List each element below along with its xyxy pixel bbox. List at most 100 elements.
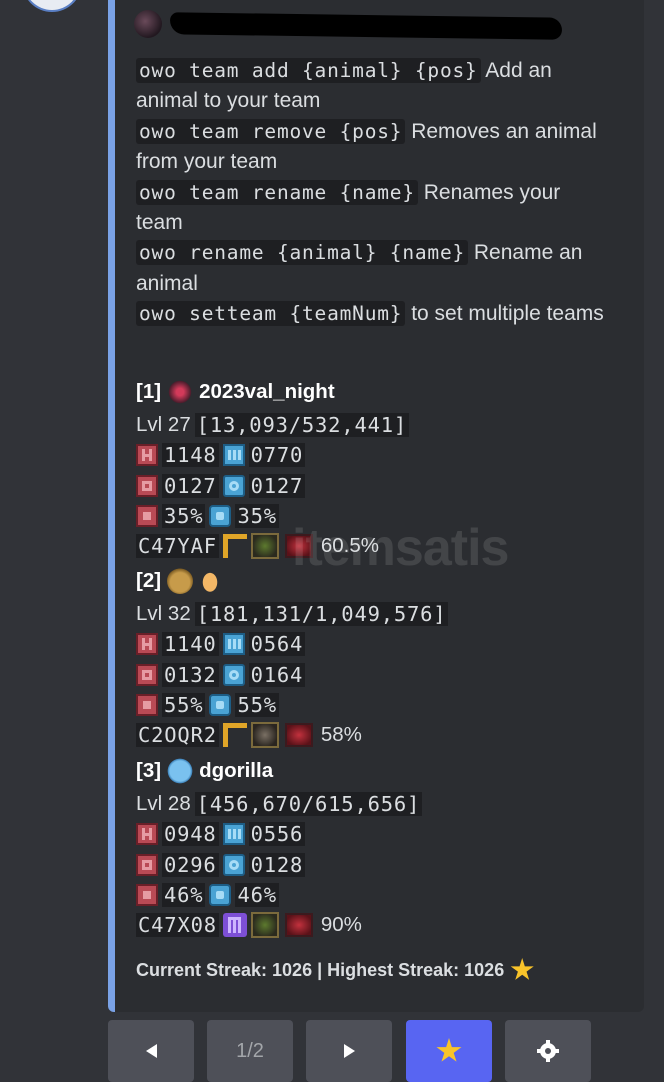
stat-line-hp-wp: 1148 0770 <box>136 440 409 470</box>
previous-page-button[interactable] <box>108 1020 194 1082</box>
star-icon <box>436 1038 462 1062</box>
passive-icon <box>284 723 313 748</box>
physical-resist-icon <box>136 884 158 907</box>
level-line: Lvl 28 [456,670/615,656] <box>136 789 423 819</box>
attack-value: 0296 <box>162 852 219 877</box>
wp-value: 0564 <box>248 632 306 657</box>
hp-value: 0948 <box>162 822 219 847</box>
favorite-button[interactable] <box>406 1020 492 1082</box>
magic-resist-value: 55% <box>235 693 279 718</box>
level-label: Lvl 27 <box>136 413 191 437</box>
physical-resist-value: 35% <box>162 504 206 529</box>
watermark: itemsatis <box>292 519 509 577</box>
xp-value: [13,093/532,441] <box>194 413 410 438</box>
foot-emoji-icon <box>199 568 222 594</box>
physical-resist-icon <box>136 505 158 528</box>
team-index: [2] <box>136 569 162 592</box>
weapon-percent: 90% <box>320 913 362 937</box>
hp-value: 1148 <box>162 443 219 468</box>
corner-rank-icon <box>222 534 247 559</box>
physical-resist-value: 46% <box>162 883 206 908</box>
mythic-rank-icon <box>222 913 247 938</box>
attack-value: 0132 <box>162 662 219 687</box>
magic-value: 0127 <box>248 473 306 498</box>
magic-resist-value: 35% <box>235 504 279 529</box>
star-emoji-icon <box>510 958 534 980</box>
command-line: owo team rename {name} Renames your team <box>136 178 606 239</box>
embed-accent-bar <box>108 0 115 1012</box>
page-indicator-button[interactable]: 1/2 <box>207 1020 293 1082</box>
hp-value: 1140 <box>162 632 219 657</box>
physical-resist-value: 55% <box>162 693 206 718</box>
attack-value: 0127 <box>162 473 219 498</box>
command-description: to set multiple teams <box>411 302 604 326</box>
redacted-author-name <box>169 12 563 40</box>
stat-line-resist: 55% 55% <box>136 690 448 720</box>
green-weapon-icon <box>250 912 279 939</box>
level-line: Lvl 27 [13,093/532,441] <box>136 410 410 440</box>
magic-icon <box>222 853 245 876</box>
magic-icon <box>222 663 245 686</box>
user-avatar[interactable] <box>22 0 82 12</box>
wp-icon <box>222 823 245 846</box>
level-label: Lvl 32 <box>136 602 191 626</box>
stat-line-att-mag: 0132 0164 <box>136 660 448 690</box>
weapon-code: C47YAF <box>136 534 219 559</box>
team-index: [3] <box>136 759 162 782</box>
command-line: owo team remove {pos} Removes an animal … <box>136 117 606 178</box>
streak-text: Current Streak: 1026 | Highest Streak: 1… <box>136 958 534 982</box>
team-name: 2023val_night <box>199 380 335 403</box>
command-code: owo team remove {pos} <box>136 118 406 144</box>
wp-icon <box>222 633 245 656</box>
equipment-line: C47X08 90% <box>136 910 422 940</box>
wp-value: 0556 <box>248 822 306 847</box>
settings-button[interactable] <box>505 1020 591 1082</box>
command-code: owo setteam {teamNum} <box>136 301 406 327</box>
weapon-code: C47X08 <box>136 913 219 938</box>
command-code: owo team add {animal} {pos} <box>136 58 481 83</box>
magic-value: 0128 <box>248 852 306 877</box>
author-avatar-icon <box>134 10 162 38</box>
level-line: Lvl 32 [181,131/1,049,576] <box>136 599 449 629</box>
pagination-buttons: 1/2 <box>108 1020 664 1082</box>
weapon-code: C2OQR2 <box>136 723 219 748</box>
stat-line-hp-wp: 1140 0564 <box>136 629 448 659</box>
xp-value: [456,670/615,656] <box>194 792 423 817</box>
bot-embed: owo team add {animal} {pos} Add an anima… <box>108 0 644 1012</box>
team-header: [1] 2023val_night <box>136 378 409 406</box>
magic-resist-icon <box>209 505 232 528</box>
weapon-percent: 58% <box>320 723 362 747</box>
team-header: [3] dgorilla <box>136 757 422 785</box>
page-indicator: 1/2 <box>236 1039 264 1062</box>
hp-icon <box>136 633 158 656</box>
wp-icon <box>222 444 245 467</box>
hp-icon <box>136 823 158 846</box>
stat-line-hp-wp: 0948 0556 <box>136 819 422 849</box>
xp-value: [181,131/1,049,576] <box>194 602 449 627</box>
magic-icon <box>222 474 245 497</box>
magic-resist-value: 46% <box>235 883 279 908</box>
attack-icon <box>136 474 158 497</box>
attack-icon <box>136 663 158 686</box>
next-page-button[interactable] <box>306 1020 392 1082</box>
hp-icon <box>136 444 158 467</box>
valentine-emoji-icon <box>167 379 194 405</box>
stat-line-att-mag: 0296 0128 <box>136 850 422 880</box>
magic-resist-icon <box>209 884 232 907</box>
magic-value: 0164 <box>248 662 306 687</box>
wp-value: 0770 <box>248 443 306 468</box>
command-line: owo rename {animal} {name} Rename an ani… <box>136 238 606 299</box>
physical-resist-icon <box>136 694 158 717</box>
magic-resist-icon <box>209 694 232 717</box>
team-name: dgorilla <box>199 759 274 782</box>
command-help: owo team add {animal} {pos} Add an anima… <box>136 56 606 330</box>
arrow-right-icon <box>343 1044 355 1058</box>
corner-rank-icon <box>222 723 247 748</box>
arrow-left-icon <box>145 1044 157 1058</box>
equipment-line: C2OQR2 58% <box>136 720 448 750</box>
command-line: owo setteam {teamNum} to set multiple te… <box>136 299 606 329</box>
dark-weapon-icon <box>250 722 279 749</box>
owl-emoji-icon <box>167 568 194 594</box>
attack-icon <box>136 853 158 876</box>
command-line: owo team add {animal} {pos} Add an anima… <box>136 56 606 117</box>
